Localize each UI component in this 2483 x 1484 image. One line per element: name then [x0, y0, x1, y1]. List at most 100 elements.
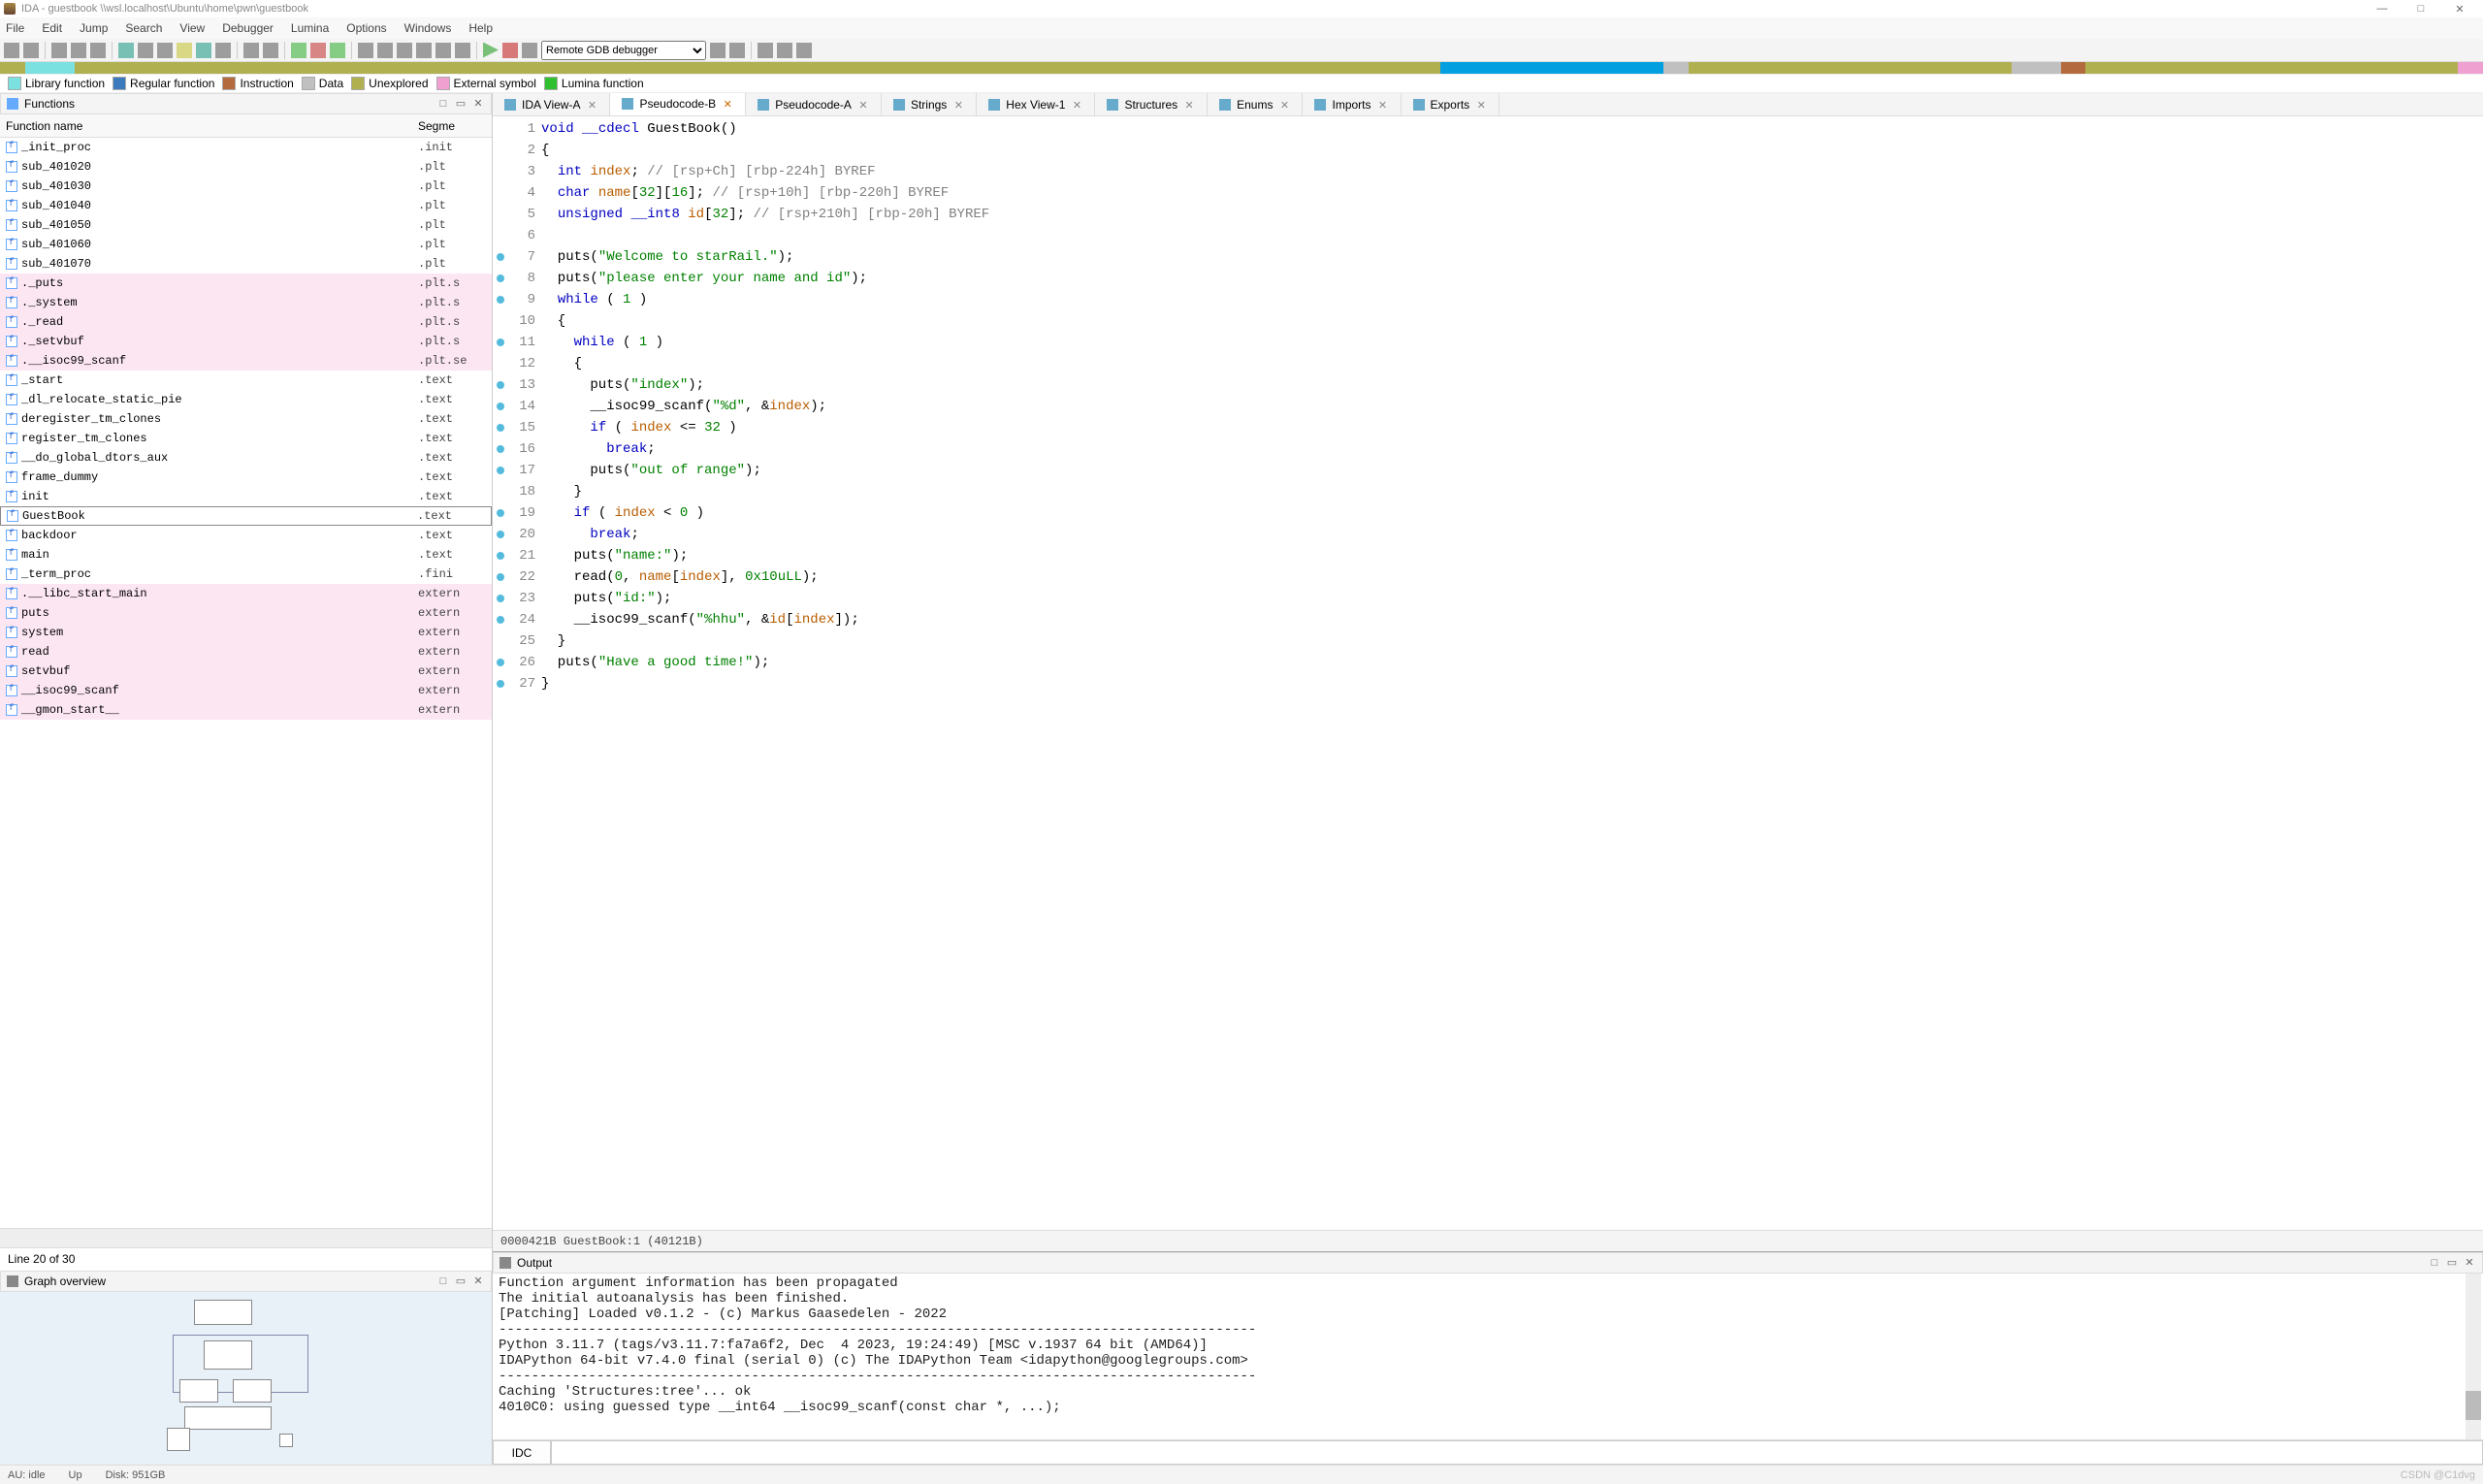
- ref-icon[interactable]: [416, 43, 432, 58]
- function-row[interactable]: readextern: [0, 642, 492, 661]
- code-line[interactable]: break;: [541, 524, 2483, 545]
- text-icon[interactable]: [118, 43, 134, 58]
- col-segment[interactable]: Segme: [418, 119, 486, 133]
- code-line[interactable]: {: [541, 310, 2483, 332]
- function-row[interactable]: sub_401060.plt: [0, 235, 492, 254]
- del-icon[interactable]: [455, 43, 470, 58]
- function-row[interactable]: putsextern: [0, 603, 492, 623]
- menu-search[interactable]: Search: [125, 21, 162, 35]
- code-line[interactable]: int index; // [rsp+Ch] [rbp-224h] BYREF: [541, 161, 2483, 182]
- maximize-button[interactable]: □: [2402, 3, 2440, 15]
- dropdown-icon[interactable]: [90, 43, 106, 58]
- function-row[interactable]: GuestBook.text: [0, 506, 492, 526]
- navigation-band[interactable]: [0, 62, 2483, 74]
- function-row[interactable]: __do_global_dtors_aux.text: [0, 448, 492, 468]
- breakpoint-dot[interactable]: [497, 467, 504, 474]
- function-row[interactable]: sub_401050.plt: [0, 215, 492, 235]
- function-row[interactable]: deregister_tm_clones.text: [0, 409, 492, 429]
- function-row[interactable]: ._setvbuf.plt.s: [0, 332, 492, 351]
- output-text[interactable]: Function argument information has been p…: [493, 1274, 2483, 1439]
- menu-options[interactable]: Options: [346, 21, 386, 35]
- debugger-select[interactable]: Remote GDB debugger: [541, 41, 706, 60]
- search-text-icon[interactable]: [138, 43, 153, 58]
- function-row[interactable]: ._puts.plt.s: [0, 274, 492, 293]
- tab-close-icon[interactable]: ✕: [1278, 99, 1290, 111]
- code-line[interactable]: __isoc99_scanf("%d", &index);: [541, 396, 2483, 417]
- code-line[interactable]: void __cdecl GuestBook(): [541, 118, 2483, 140]
- function-row[interactable]: sub_401030.plt: [0, 177, 492, 196]
- graph-icon[interactable]: [243, 43, 259, 58]
- function-row[interactable]: sub_401040.plt: [0, 196, 492, 215]
- code-line[interactable]: {: [541, 140, 2483, 161]
- breakpoint-dot[interactable]: [497, 403, 504, 410]
- lumina-push-icon[interactable]: [777, 43, 792, 58]
- hex-icon[interactable]: [177, 43, 192, 58]
- function-row[interactable]: _init_proc.init: [0, 138, 492, 157]
- tab-imports[interactable]: Imports✕: [1303, 93, 1401, 115]
- menu-debugger[interactable]: Debugger: [222, 21, 274, 35]
- function-row[interactable]: .__libc_start_mainextern: [0, 584, 492, 603]
- search-next-icon[interactable]: [157, 43, 173, 58]
- code-line[interactable]: while ( 1 ): [541, 332, 2483, 353]
- lumina-pull-icon[interactable]: [758, 43, 773, 58]
- function-row[interactable]: __gmon_start__extern: [0, 700, 492, 720]
- bin-icon[interactable]: [196, 43, 211, 58]
- functions-hscroll[interactable]: [0, 1228, 492, 1247]
- breakpoint-dot[interactable]: [497, 659, 504, 666]
- code-line[interactable]: read(0, name[index], 0x10uLL);: [541, 566, 2483, 588]
- col-function-name[interactable]: Function name: [6, 119, 418, 133]
- panel-max-button[interactable]: ▭: [454, 97, 468, 111]
- idc-input[interactable]: [551, 1440, 2483, 1465]
- menu-help[interactable]: Help: [468, 21, 493, 35]
- function-row[interactable]: backdoor.text: [0, 526, 492, 545]
- function-row[interactable]: systemextern: [0, 623, 492, 642]
- run-green-icon[interactable]: [330, 43, 345, 58]
- enum-icon[interactable]: [397, 43, 412, 58]
- panel-close-button[interactable]: ✕: [471, 97, 485, 111]
- code-line[interactable]: break;: [541, 438, 2483, 460]
- code-line[interactable]: puts("name:");: [541, 545, 2483, 566]
- code-line[interactable]: puts("id:");: [541, 588, 2483, 609]
- function-row[interactable]: ._read.plt.s: [0, 312, 492, 332]
- output-scroll-thumb[interactable]: [2466, 1391, 2481, 1420]
- tab-hex-view-1[interactable]: Hex View-1✕: [977, 93, 1095, 115]
- save-icon[interactable]: [23, 43, 39, 58]
- idc-tab[interactable]: IDC: [493, 1440, 551, 1465]
- tab-pseudocode-a[interactable]: Pseudocode-A✕: [746, 93, 882, 115]
- xref-icon[interactable]: [435, 43, 451, 58]
- open-icon[interactable]: [4, 43, 19, 58]
- function-row[interactable]: main.text: [0, 545, 492, 565]
- code-line[interactable]: puts("please enter your name and id");: [541, 268, 2483, 289]
- step-into-icon[interactable]: [729, 43, 745, 58]
- code-line[interactable]: [541, 225, 2483, 246]
- tab-close-icon[interactable]: ✕: [1377, 99, 1389, 111]
- breakpoint-dot[interactable]: [497, 381, 504, 389]
- tab-close-icon[interactable]: ✕: [1071, 99, 1082, 111]
- menu-lumina[interactable]: Lumina: [291, 21, 329, 35]
- breakpoint-dot[interactable]: [497, 339, 504, 346]
- code-line[interactable]: __isoc99_scanf("%hhu", &id[index]);: [541, 609, 2483, 630]
- code-line[interactable]: unsigned __int8 id[32]; // [rsp+210h] [r…: [541, 204, 2483, 225]
- struct-icon[interactable]: [377, 43, 393, 58]
- function-row[interactable]: frame_dummy.text: [0, 468, 492, 487]
- function-row[interactable]: sub_401070.plt: [0, 254, 492, 274]
- list-icon[interactable]: [263, 43, 278, 58]
- breakpoint-dot[interactable]: [497, 680, 504, 688]
- tab-structures[interactable]: Structures✕: [1095, 93, 1208, 115]
- zoom-icon[interactable]: [215, 43, 231, 58]
- code-line[interactable]: }: [541, 481, 2483, 502]
- debug-pause-icon[interactable]: [522, 43, 537, 58]
- function-row[interactable]: _dl_relocate_static_pie.text: [0, 390, 492, 409]
- panel-dock-button[interactable]: □: [436, 97, 450, 111]
- tab-enums[interactable]: Enums✕: [1208, 93, 1303, 115]
- bp-green-icon[interactable]: [291, 43, 306, 58]
- menu-windows[interactable]: Windows: [404, 21, 452, 35]
- functions-list[interactable]: _init_proc.initsub_401020.pltsub_401030.…: [0, 138, 492, 1228]
- tab-pseudocode-b[interactable]: Pseudocode-B✕: [610, 93, 746, 115]
- tab-close-icon[interactable]: ✕: [1183, 99, 1195, 111]
- code-line[interactable]: puts("index");: [541, 374, 2483, 396]
- close-button[interactable]: ✕: [2440, 3, 2479, 16]
- code-line[interactable]: if ( index < 0 ): [541, 502, 2483, 524]
- breakpoint-dot[interactable]: [497, 424, 504, 432]
- menu-view[interactable]: View: [179, 21, 205, 35]
